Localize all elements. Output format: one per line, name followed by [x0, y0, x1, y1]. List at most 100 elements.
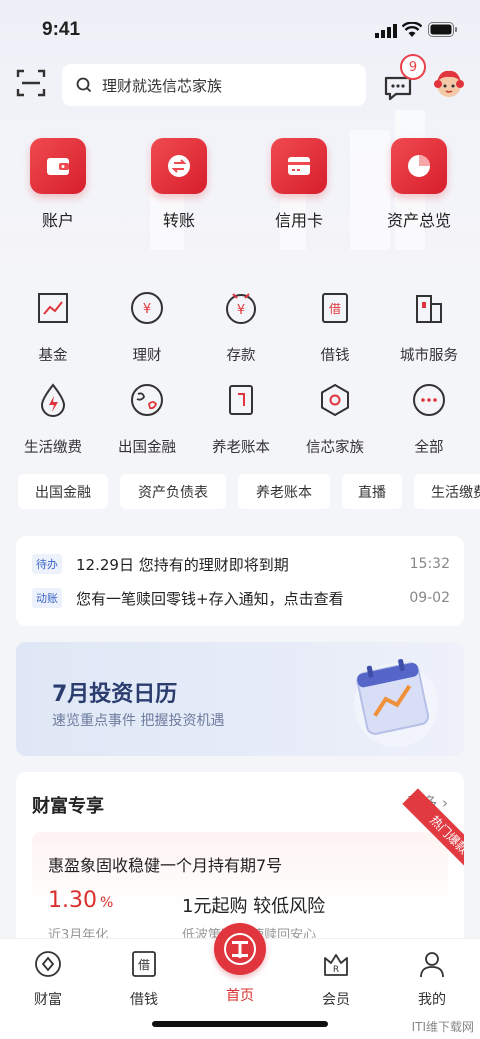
banner-subtitle: 速览重点事件 把握投资机遇: [52, 713, 225, 729]
pension-book-icon: [229, 385, 253, 415]
wifi-icon: [402, 22, 422, 37]
svg-text:借: 借: [138, 958, 150, 972]
svg-text:¥: ¥: [143, 302, 151, 317]
tab-label: 财富: [34, 992, 62, 1008]
credit-card-icon: [288, 157, 310, 175]
signal-icon: [375, 24, 397, 38]
top-nav-asset-overview[interactable]: 资产总览: [369, 138, 469, 231]
chip[interactable]: 资产负债表: [120, 474, 226, 509]
search-icon: [76, 77, 92, 93]
grid-item-pension[interactable]: 养老账本: [193, 380, 289, 457]
status-time: 9:41: [42, 19, 81, 40]
person-icon: [420, 952, 444, 978]
top-nav-account[interactable]: 账户: [8, 138, 108, 231]
grid-label: 全部: [414, 440, 444, 456]
drop-bolt-icon: [40, 383, 66, 417]
todo-time: 09-02: [409, 590, 450, 606]
rate-value: 1.30: [48, 888, 97, 913]
watermark: ITI维下载网: [411, 1020, 474, 1034]
grid-label: 出国金融: [118, 440, 176, 456]
grid-item-city-service[interactable]: 城市服务: [381, 288, 477, 365]
top-nav-label: 账户: [41, 211, 74, 230]
grid-item-deposit[interactable]: ¥ 存款: [193, 288, 289, 365]
todo-text: 您有一笔赎回零钱+存入通知，点击查看: [76, 589, 344, 608]
message-badge: 9: [400, 54, 426, 80]
banner-title: 7月投资日历: [52, 682, 178, 707]
top-nav-credit-card[interactable]: 信用卡: [249, 138, 349, 231]
fund-chart-icon: [38, 293, 68, 323]
quick-chips: 出国金融 资产负债表 养老账本 直播 生活缴费: [18, 474, 480, 510]
grid-item-fund[interactable]: 基金: [5, 288, 101, 365]
svg-text:R: R: [333, 965, 339, 975]
svg-text:借: 借: [329, 302, 341, 316]
chip[interactable]: 生活缴费: [414, 474, 480, 509]
calendar-illustration-icon: [354, 659, 438, 747]
todo-text: 12.29日 您持有的理财即将到期: [76, 555, 289, 574]
chip[interactable]: 直播: [342, 474, 402, 509]
search-bar[interactable]: 理财就选信芯家族: [62, 64, 366, 106]
grid-label: 存款: [226, 348, 256, 364]
product-rate: 1.30%: [48, 888, 113, 913]
todo-row[interactable]: 待办 12.29日 您持有的理财即将到期 15:32: [32, 553, 450, 575]
tab-label: 借钱: [130, 992, 158, 1008]
todo-tag: 动账: [32, 588, 62, 608]
svg-text:¥: ¥: [237, 303, 245, 318]
top-nav-label: 信用卡: [274, 211, 323, 230]
grid-item-all[interactable]: 全部: [381, 380, 477, 457]
status-bar: 9:41: [0, 0, 480, 58]
grid-item-overseas[interactable]: 出国金融: [99, 380, 195, 457]
top-nav-label: 资产总览: [386, 211, 451, 230]
citic-logo-icon[interactable]: [214, 923, 266, 975]
todo-tag: 待办: [32, 554, 62, 574]
transfer-icon: [168, 155, 190, 177]
grid-label: 养老账本: [212, 440, 270, 456]
grid-label: 生活缴费: [24, 440, 82, 456]
pie-chart-icon: [408, 155, 430, 177]
chip[interactable]: 养老账本: [238, 474, 330, 509]
citic-mark-icon: [224, 933, 256, 965]
product-feature: 1元起购 较低风险: [182, 896, 326, 917]
section-title: 财富专享: [32, 796, 104, 817]
city-building-icon: [416, 295, 442, 323]
hexagon-icon: [321, 383, 349, 417]
tab-member[interactable]: R 会员: [296, 949, 376, 1009]
todo-time: 15:32: [409, 556, 450, 572]
borrow-icon: 借: [322, 293, 348, 323]
search-placeholder: 理财就选信芯家族: [102, 77, 223, 95]
tab-label: 我的: [418, 992, 446, 1008]
avatar[interactable]: [432, 66, 466, 100]
wallet-icon: [47, 158, 69, 175]
wealth-diamond-icon: [35, 951, 61, 977]
home-indicator[interactable]: [152, 1021, 328, 1027]
tab-borrow[interactable]: 借 借钱: [104, 949, 184, 1009]
todo-card[interactable]: 待办 12.29日 您持有的理财即将到期 15:32 动账 您有一笔赎回零钱+存…: [16, 536, 464, 626]
globe-icon: [131, 384, 163, 416]
grid-label: 借钱: [320, 348, 350, 364]
borrow-tab-icon: 借: [132, 951, 156, 977]
top-nav-label: 转账: [162, 211, 195, 230]
rate-unit: %: [99, 895, 114, 911]
grid-item-utility[interactable]: 生活缴费: [5, 380, 101, 457]
grid-label: 信芯家族: [306, 440, 364, 456]
tab-mine[interactable]: 我的: [392, 949, 472, 1009]
grid-item-borrow[interactable]: 借 借钱: [287, 288, 383, 365]
battery-icon: [428, 22, 457, 37]
tab-wealth[interactable]: 财富: [8, 949, 88, 1009]
tab-label: 会员: [322, 992, 350, 1008]
grid-label: 基金: [38, 348, 68, 364]
grid-label: 理财: [132, 348, 162, 364]
scan-icon[interactable]: [14, 66, 48, 100]
grid-item-family[interactable]: 信芯家族: [287, 380, 383, 457]
yen-circle-icon: ¥: [131, 292, 163, 324]
chip[interactable]: 出国金融: [18, 474, 108, 509]
deposit-icon: ¥: [226, 293, 256, 324]
member-crown-icon: R: [324, 954, 348, 976]
product-name: 惠盈象固收稳健一个月持有期7号: [48, 856, 283, 875]
investment-calendar-banner[interactable]: 7月投资日历 速览重点事件 把握投资机遇: [16, 642, 464, 756]
tab-label: 首页: [226, 988, 254, 1004]
todo-row[interactable]: 动账 您有一笔赎回零钱+存入通知，点击查看 09-02: [32, 587, 450, 609]
top-nav-transfer[interactable]: 转账: [129, 138, 229, 231]
grid-label: 城市服务: [400, 348, 458, 364]
grid-item-wealth[interactable]: ¥ 理财: [99, 288, 195, 365]
more-dots-icon: [413, 384, 445, 416]
